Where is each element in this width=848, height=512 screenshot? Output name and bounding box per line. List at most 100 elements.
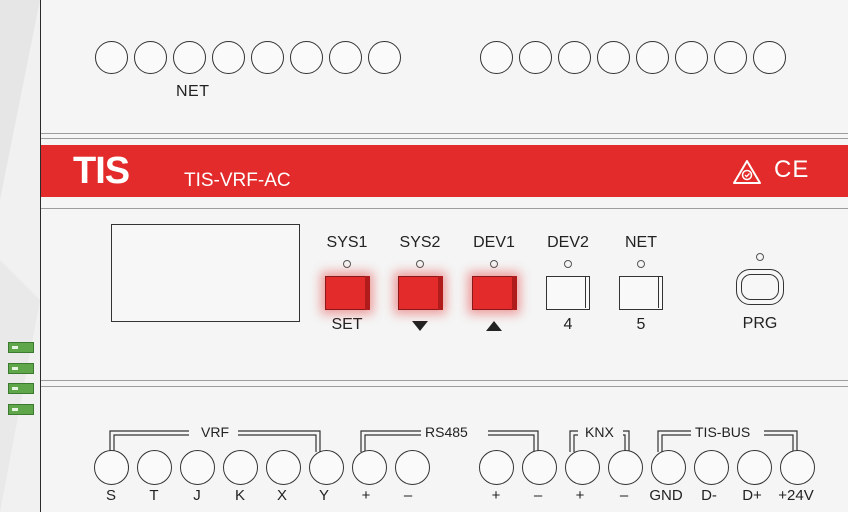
down-button[interactable] [398,275,443,310]
pin-label: J [193,487,201,504]
screw-terminal[interactable] [480,41,513,74]
brand-band: TIS TIS-VRF-AC CE [41,145,848,197]
screw-terminal[interactable] [597,41,630,74]
screw-terminal[interactable] [753,41,786,74]
screw-terminal[interactable] [309,450,344,485]
led-label: DEV1 [473,234,515,251]
side-connector [8,363,34,374]
button-column-sys2: SYS2 [385,233,455,331]
divider [41,208,848,209]
net-port-label: NET [176,83,210,100]
side-connector [8,342,34,353]
bottom-terminal-block-bus [479,450,815,485]
screw-terminal[interactable] [223,450,258,485]
ce-mark: CE [774,156,810,183]
pin-label: D+ [742,487,762,504]
up-button[interactable] [472,275,517,310]
button-column-net: NET 5 [606,233,676,335]
bottom-terminal-block-vrf [94,450,430,485]
status-led [416,260,424,268]
lcd-display [111,224,300,322]
divider [41,133,848,134]
pin-label: – [619,487,629,504]
pin-label: K [234,487,246,504]
prg-button[interactable] [736,269,784,305]
screw-terminal[interactable] [694,450,729,485]
button-column-dev1: DEV1 [459,233,529,331]
screw-terminal[interactable] [565,450,600,485]
pin-label: S [105,487,117,504]
screw-terminal[interactable] [180,450,215,485]
status-led [637,260,645,268]
pin-label: GND [649,487,683,504]
top-terminal-block-left [95,41,401,74]
tis-vrf-ac-module: NET TIS TIS-VRF-AC CE SYS1 SET SYS2 DEV1… [40,0,848,512]
top-terminal-block-right [480,41,786,74]
screw-terminal[interactable] [251,41,284,74]
up-arrow-icon [486,321,502,331]
screw-terminal[interactable] [134,41,167,74]
button-5[interactable] [619,276,663,310]
side-connector [8,383,34,394]
screw-terminal[interactable] [95,41,128,74]
screw-terminal[interactable] [94,450,129,485]
pin-label: + [361,487,371,504]
status-led [756,253,764,261]
prg-label: PRG [742,315,778,332]
pin-label: – [403,487,413,504]
pin-label: T [149,487,159,504]
side-connector [8,404,34,415]
screw-terminal[interactable] [558,41,591,74]
led-label: SYS2 [399,234,441,251]
divider [41,380,848,381]
screw-terminal[interactable] [212,41,245,74]
button-label: SET [331,316,363,333]
divider [41,386,848,387]
led-label: DEV2 [547,234,589,251]
status-led [564,260,572,268]
screw-terminal[interactable] [266,450,301,485]
screw-terminal[interactable] [395,450,430,485]
screw-terminal[interactable] [651,450,686,485]
down-arrow-icon [412,321,428,331]
screw-terminal[interactable] [608,450,643,485]
button-column-sys1: SYS1 SET [312,233,382,335]
screw-terminal[interactable] [737,450,772,485]
screw-terminal[interactable] [479,450,514,485]
status-led [343,260,351,268]
group-label-rs485: RS485 [425,424,468,440]
pin-label: Y [318,487,330,504]
screw-terminal[interactable] [522,450,557,485]
pin-label: + [491,487,501,504]
set-button[interactable] [325,275,370,310]
model-name: TIS-VRF-AC [184,170,291,191]
divider [41,138,848,139]
led-label: SYS1 [326,234,368,251]
tis-logo: TIS [73,150,130,192]
prg-column: PRG [725,253,795,334]
screw-terminal[interactable] [714,41,747,74]
pin-label: + [575,487,585,504]
screw-terminal[interactable] [352,450,387,485]
pin-label: X [276,487,288,504]
button-4[interactable] [546,276,590,310]
screw-terminal[interactable] [329,41,362,74]
screw-terminal[interactable] [636,41,669,74]
screw-terminal[interactable] [780,450,815,485]
screw-terminal[interactable] [675,41,708,74]
screw-terminal[interactable] [519,41,552,74]
pin-label: +24V [778,487,814,504]
status-led [490,260,498,268]
pin-label: D- [701,487,717,504]
screw-terminal[interactable] [290,41,323,74]
group-label-tisbus: TIS-BUS [695,424,751,440]
group-label-knx: KNX [585,424,614,440]
screw-terminal[interactable] [173,41,206,74]
screw-terminal[interactable] [368,41,401,74]
pin-label: – [533,487,543,504]
screw-terminal[interactable] [137,450,172,485]
button-label: 4 [563,316,573,333]
warning-triangle-icon [733,160,761,184]
button-label: 5 [636,316,646,333]
led-label: NET [625,234,657,251]
